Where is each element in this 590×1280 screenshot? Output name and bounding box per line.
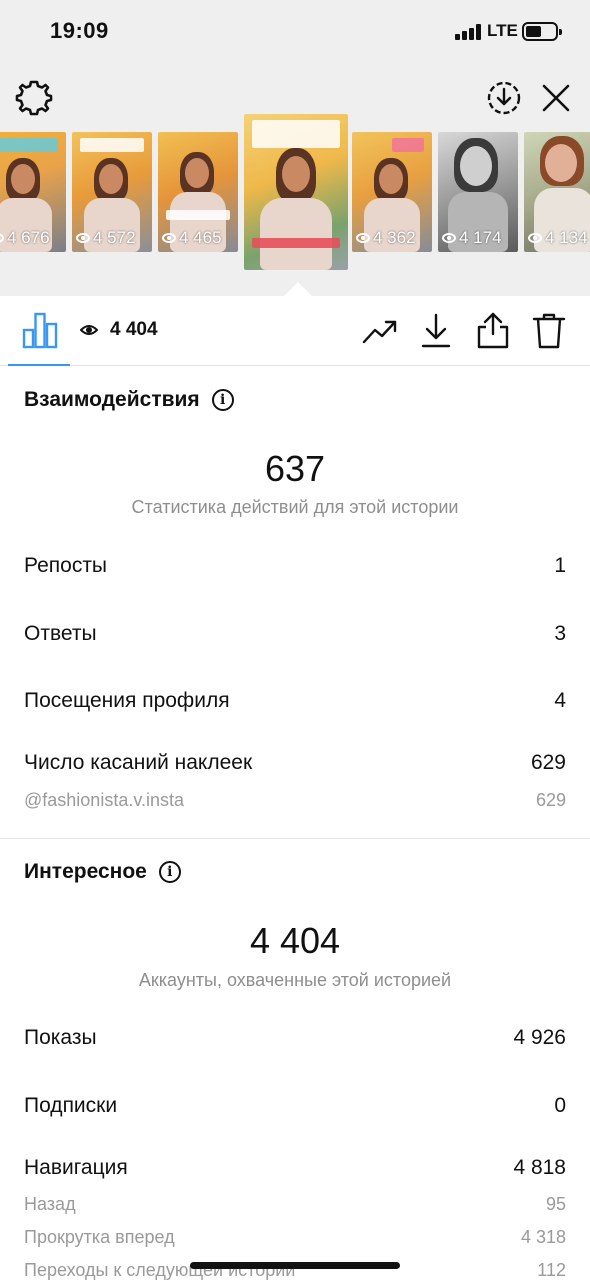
story-thumbnail[interactable]: 4 572 xyxy=(72,132,152,252)
stat-row-impressions: Показы 4 926 xyxy=(24,1026,566,1049)
bar-chart-icon[interactable] xyxy=(22,310,58,350)
share-icon[interactable] xyxy=(476,310,510,350)
trash-icon[interactable] xyxy=(532,312,566,350)
eye-icon xyxy=(76,233,90,243)
eye-icon xyxy=(0,233,4,243)
signal-icon xyxy=(455,24,483,40)
eye-icon xyxy=(528,233,542,243)
home-indicator[interactable] xyxy=(190,1262,400,1269)
active-tab-indicator xyxy=(8,364,70,366)
download-circle-icon[interactable] xyxy=(486,80,522,116)
close-icon[interactable] xyxy=(540,82,572,114)
thumbnail-views: 4 465 xyxy=(162,228,222,248)
thumbnail-views: 4 676 xyxy=(0,228,50,248)
stat-row-reposts: Репосты 1 xyxy=(24,554,566,577)
story-thumbnail[interactable]: 4 174 xyxy=(438,132,518,252)
thumbnail-views: 4 174 xyxy=(442,228,502,248)
story-views: 4 404 xyxy=(80,319,158,341)
stat-subrow-mention: @fashionista.v.insta 629 xyxy=(24,790,566,810)
story-thumbnail[interactable]: 4 465 xyxy=(158,132,238,252)
trending-icon[interactable] xyxy=(362,316,398,346)
info-icon[interactable]: i xyxy=(211,389,234,411)
eye-icon xyxy=(442,233,456,243)
network-label: LTE xyxy=(487,21,518,40)
info-icon[interactable]: i xyxy=(158,861,181,883)
interactions-subtitle: Статистика действий для этой истории xyxy=(131,497,459,517)
status-bar: 19:09 LTE xyxy=(0,0,590,64)
eye-icon xyxy=(162,233,176,243)
active-story-pointer xyxy=(284,282,312,296)
stat-row-profile-visits: Посещения профиля 4 xyxy=(24,689,566,712)
discovery-subtitle: Аккаунты, охваченные этой историей xyxy=(138,970,452,990)
story-views-count: 4 404 xyxy=(110,319,158,340)
stat-row-navigation: Навигация 4 818 xyxy=(24,1156,566,1179)
thumbnail-views: 4 572 xyxy=(76,228,136,248)
battery-icon xyxy=(522,22,562,41)
interactions-title: Взаимодействия i xyxy=(24,388,234,412)
stat-subrow-back: Назад 95 xyxy=(24,1194,566,1214)
discovery-title: Интересное i xyxy=(24,860,181,884)
section-divider xyxy=(0,838,590,839)
discovery-total: 4 404 xyxy=(249,920,341,961)
stat-row-sticker-taps: Число касаний наклеек 629 xyxy=(24,751,566,774)
eye-icon xyxy=(356,233,370,243)
story-thumbnails: 4 676 4 572 4 465 4 362 4 174 4 134 xyxy=(0,114,590,270)
download-icon[interactable] xyxy=(420,312,452,350)
interactions-total: 637 xyxy=(264,448,326,489)
thumbnail-views: 4 362 xyxy=(356,228,416,248)
gear-icon[interactable] xyxy=(14,78,54,118)
stat-row-follows: Подписки 0 xyxy=(24,1094,566,1117)
stat-row-replies: Ответы 3 xyxy=(24,622,566,645)
story-thumbnail-active[interactable] xyxy=(244,114,348,270)
eye-icon xyxy=(80,325,98,335)
story-thumbnail[interactable]: 4 676 xyxy=(0,132,66,252)
thumbnail-views: 4 134 xyxy=(528,228,588,248)
stat-subrow-forward: Прокрутка вперед 4 318 xyxy=(24,1227,566,1247)
story-thumbnail[interactable]: 4 134 xyxy=(524,132,590,252)
story-toolbar: 4 404 xyxy=(0,296,590,366)
status-time: 19:09 xyxy=(50,18,109,43)
story-thumbnail[interactable]: 4 362 xyxy=(352,132,432,252)
